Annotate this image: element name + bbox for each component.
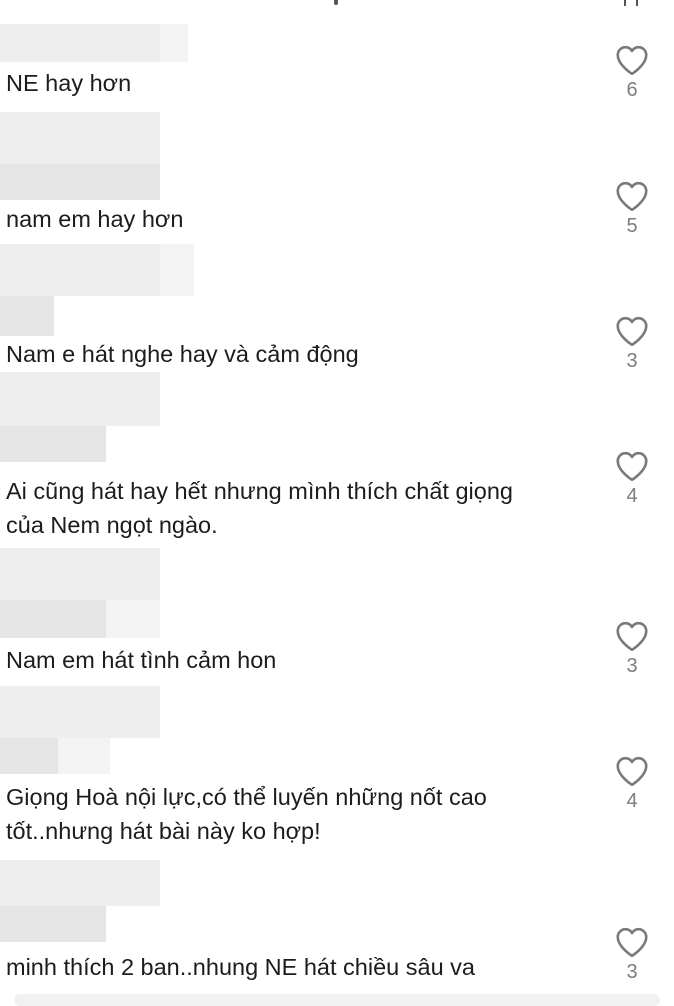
cut-off-glyph: [334, 0, 338, 5]
like-count: 4: [626, 485, 638, 507]
like-count: 3: [626, 961, 638, 983]
heart-outline-icon[interactable]: [614, 180, 650, 212]
redacted-username: [0, 24, 160, 62]
like-group: 4: [610, 755, 654, 812]
heart-outline-icon[interactable]: [614, 44, 650, 76]
comment-text: NE hay hơn: [6, 70, 132, 96]
comment-text: Giọng Hoà nội lực,có thể luyến những nốt…: [6, 784, 487, 844]
like-count: 4: [626, 790, 638, 812]
redacted-avatar: [0, 112, 160, 164]
like-count: 3: [626, 350, 638, 372]
redacted-avatar: [0, 244, 160, 296]
comment-text: minh thích 2 ban..nhung NE hát chiều sâu…: [6, 954, 476, 980]
like-count: 6: [626, 79, 638, 101]
like-group: 3: [610, 315, 654, 372]
cut-off-glyph: [624, 0, 638, 6]
heart-outline-icon[interactable]: [614, 755, 650, 787]
comment-text: Nam e hát nghe hay và cảm động: [6, 341, 359, 367]
like-group: 6: [610, 44, 654, 101]
redacted-username: [0, 906, 106, 942]
redacted-username: [0, 738, 58, 774]
previous-content-edge: [0, 0, 674, 8]
redacted-username: [160, 24, 188, 62]
like-group: 3: [610, 926, 654, 983]
redacted-avatar: [0, 686, 160, 738]
like-group: 5: [610, 180, 654, 237]
comment-text: Nam em hát tình cảm hon: [6, 647, 277, 673]
like-count: 3: [626, 655, 638, 677]
like-count: 5: [626, 215, 638, 237]
redacted-username: [0, 426, 106, 462]
heart-outline-icon[interactable]: [614, 315, 650, 347]
heart-outline-icon[interactable]: [614, 620, 650, 652]
redacted-avatar: [0, 860, 160, 906]
redacted-username: [0, 600, 106, 638]
redacted-username: [0, 296, 54, 336]
like-group: 4: [610, 450, 654, 507]
heart-outline-icon[interactable]: [614, 926, 650, 958]
like-group: 3: [610, 620, 654, 677]
redacted-username: [58, 738, 110, 774]
redacted-avatar: [160, 244, 194, 296]
comment-text: Ai cũng hát hay hết nhưng mình thích chấ…: [6, 478, 513, 538]
comment-input-bar-edge: [14, 994, 660, 1006]
heart-outline-icon[interactable]: [614, 450, 650, 482]
comment-text: nam em hay hơn: [6, 206, 184, 232]
redacted-avatar: [0, 372, 160, 426]
redacted-username: [106, 600, 160, 638]
redacted-avatar: [0, 548, 160, 600]
redacted-username: [0, 164, 160, 200]
